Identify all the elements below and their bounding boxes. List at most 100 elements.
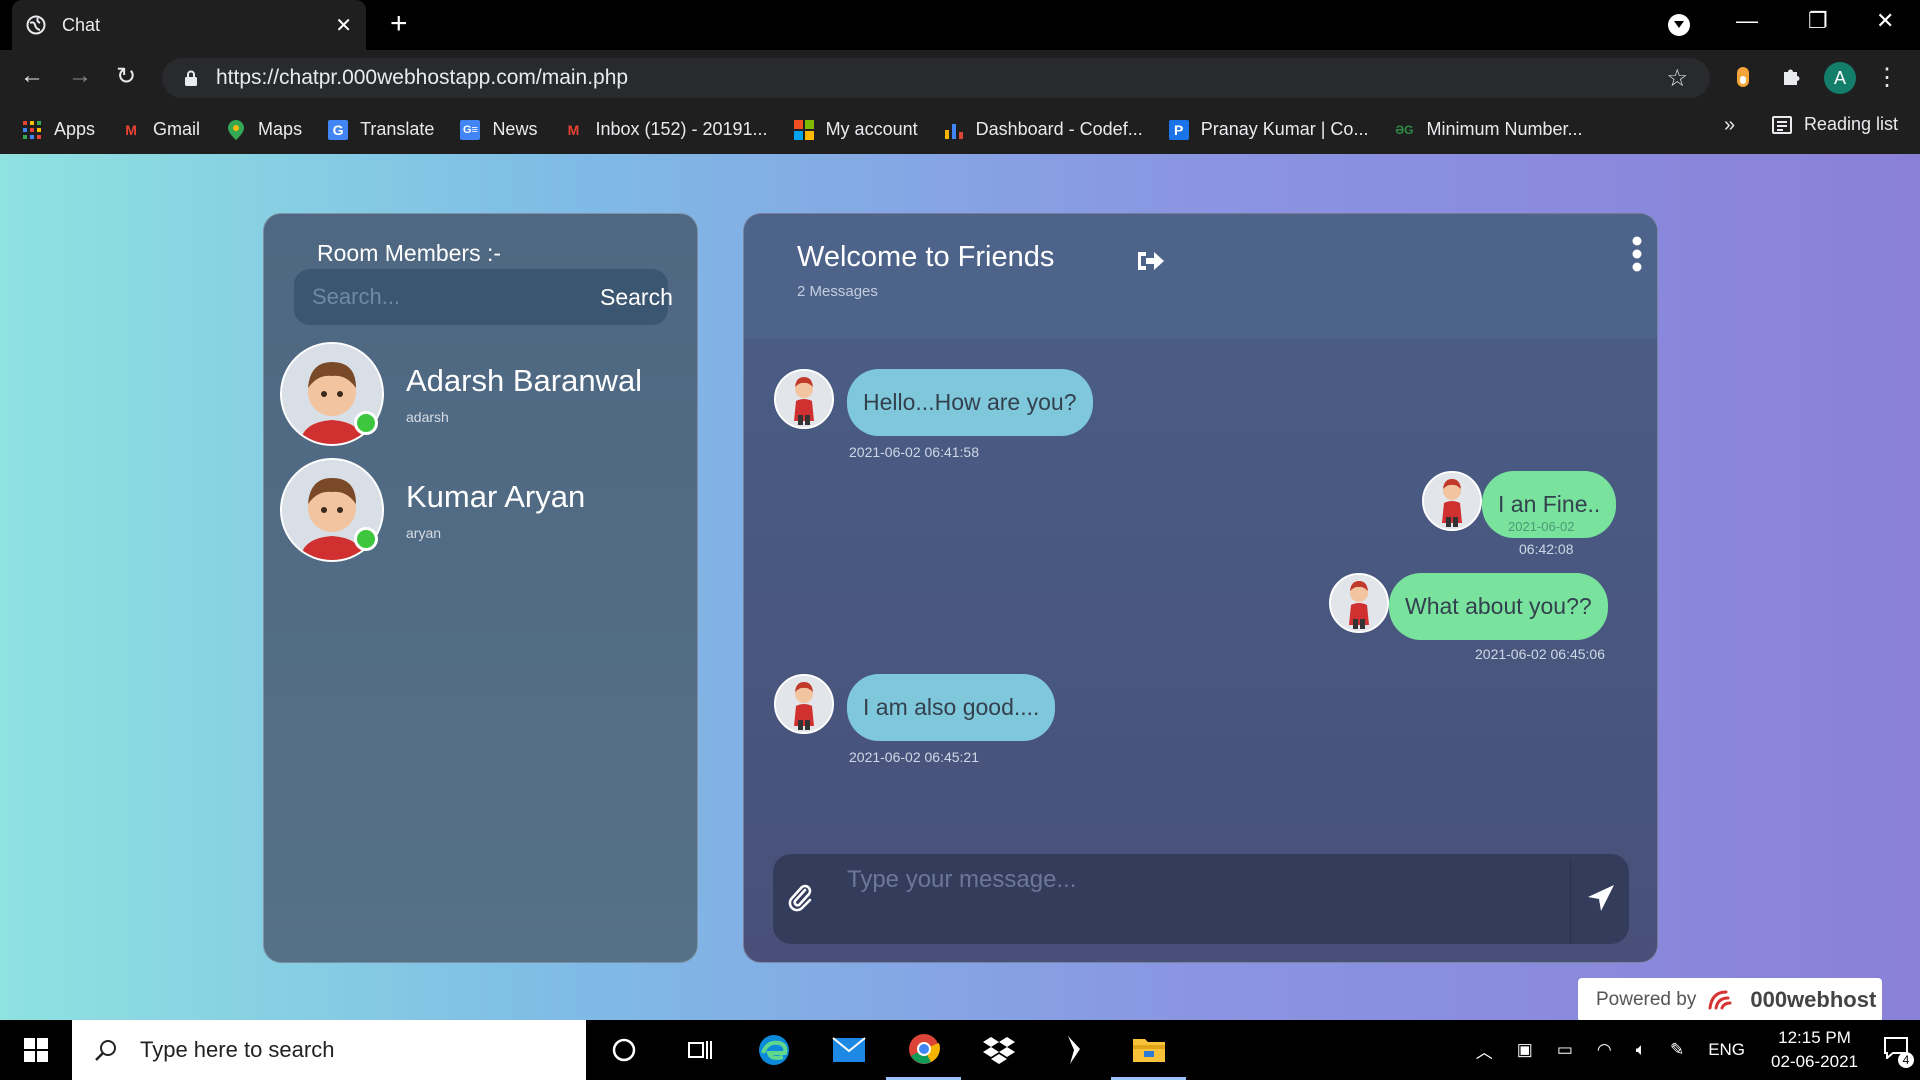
bookmark-translate[interactable]: G Translate — [328, 119, 434, 140]
bookmark-label: Gmail — [153, 119, 201, 139]
bookmark-pranay[interactable]: P Pranay Kumar | Co... — [1168, 119, 1368, 140]
clock[interactable]: 12:15 PM 02-06-2021 — [1771, 1026, 1858, 1074]
message-input[interactable] — [847, 860, 1571, 944]
more-options-icon[interactable] — [1631, 236, 1643, 272]
close-icon[interactable]: ✕ — [335, 13, 352, 38]
member-search-input[interactable] — [312, 284, 600, 310]
task-view-icon[interactable] — [661, 1020, 736, 1080]
online-status-dot — [354, 527, 378, 551]
member-item[interactable]: Adarsh Baranwal adarsh — [280, 339, 680, 449]
reload-icon[interactable]: ↻ — [116, 62, 136, 91]
reading-list-icon — [1771, 115, 1792, 134]
reading-list-button[interactable]: Reading list — [1771, 114, 1898, 135]
restore-icon[interactable]: ❐ — [1808, 8, 1828, 34]
windows-start-icon[interactable] — [0, 1020, 72, 1080]
meet-now-icon[interactable]: ▣ — [1517, 1040, 1533, 1060]
bookmark-minimum-number[interactable]: ƏG Minimum Number... — [1394, 119, 1582, 140]
forward-icon[interactable]: → — [68, 62, 92, 90]
browser-tab[interactable]: Chat ✕ — [12, 0, 366, 50]
notification-count: 4 — [1898, 1051, 1914, 1068]
bookmark-dashboard[interactable]: Dashboard - Codef... — [944, 119, 1143, 140]
gmail-icon: M — [125, 121, 137, 138]
member-username: aryan — [406, 525, 442, 541]
apps-grid-icon — [22, 120, 42, 140]
bookmark-label: News — [492, 119, 538, 139]
lock-icon — [185, 70, 197, 86]
chat-message: What about you?? — [1329, 573, 1608, 640]
taskbar-search-box[interactable]: Type here to search — [72, 1020, 586, 1080]
microsoft-icon — [793, 119, 814, 140]
bookmark-news[interactable]: G≡ News — [460, 119, 537, 140]
bookmark-label: Apps — [54, 119, 96, 139]
minimize-icon[interactable]: — — [1736, 8, 1758, 34]
clock-date: 02-06-2021 — [1771, 1052, 1858, 1071]
tab-title: Chat — [62, 14, 101, 35]
back-icon[interactable]: ← — [20, 62, 44, 90]
message-timestamp: 2021-06-02 06:45:21 — [849, 749, 979, 765]
bookmark-my-account[interactable]: My account — [793, 119, 918, 140]
message-timestamp: 2021-06-02 06:41:58 — [849, 444, 979, 460]
message-timestamp-date: 2021-06-02 — [1508, 519, 1575, 534]
globe-icon — [26, 15, 46, 35]
bar-chart-icon — [944, 120, 964, 140]
bookmarks-overflow-icon[interactable]: » — [1724, 114, 1735, 137]
clock-time: 12:15 PM — [1778, 1028, 1851, 1047]
room-members-panel: Room Members :- Search Adarsh Baranwal a… — [263, 213, 698, 963]
bookmark-apps[interactable]: Apps — [22, 119, 95, 140]
app-swift-icon[interactable] — [1036, 1020, 1111, 1080]
member-search-button[interactable]: Search — [600, 284, 673, 311]
tab-search-icon[interactable] — [1668, 14, 1690, 36]
new-tab-icon[interactable]: + — [390, 8, 408, 40]
bookmark-gmail[interactable]: M Gmail — [121, 119, 200, 140]
wifi-icon[interactable]: ◠ — [1597, 1040, 1612, 1060]
bookmark-label: Maps — [258, 119, 303, 139]
member-name: Adarsh Baranwal — [406, 363, 643, 398]
powered-by-badge[interactable]: Powered by 000webhost — [1578, 978, 1882, 1022]
extension-orange-icon[interactable] — [1728, 62, 1758, 92]
cortana-icon[interactable] — [586, 1020, 661, 1080]
paperclip-icon[interactable] — [787, 882, 813, 912]
bookmark-inbox[interactable]: M Inbox (152) - 20191... — [563, 119, 768, 140]
tab-bar: Chat ✕ + — ❐ ✕ — [0, 0, 1920, 50]
bookmark-label: My account — [825, 119, 918, 139]
room-members-heading: Room Members :- — [317, 240, 502, 266]
chrome-icon[interactable] — [886, 1020, 961, 1080]
bookmark-label: Inbox (152) - 20191... — [595, 119, 768, 139]
message-timestamp: 2021-06-02 06:45:06 — [1475, 646, 1605, 662]
member-name: Kumar Aryan — [406, 479, 586, 514]
language-indicator[interactable]: ENG — [1708, 1040, 1745, 1060]
system-tray: ︿ ▣ ▭ ◠ 🔈︎ ✎ ENG 12:15 PM 02-06-2021 4 — [1464, 1020, 1920, 1080]
battery-icon[interactable]: ▭ — [1557, 1040, 1573, 1060]
member-item[interactable]: Kumar Aryan aryan — [280, 455, 680, 565]
webhost-logo-icon — [1708, 990, 1732, 1010]
edge-icon[interactable] — [736, 1020, 811, 1080]
notification-icon[interactable]: 4 — [1884, 1036, 1914, 1068]
volume-icon[interactable]: 🔈︎ — [1636, 1040, 1646, 1060]
bookmark-label: Minimum Number... — [1426, 119, 1583, 139]
avatar — [1422, 471, 1482, 531]
dropbox-icon[interactable] — [961, 1020, 1036, 1080]
logout-icon[interactable] — [1134, 246, 1166, 276]
profile-avatar[interactable]: A — [1824, 62, 1856, 94]
message-bubble: Hello...How are you? — [847, 369, 1093, 436]
window-close-icon[interactable]: ✕ — [1876, 8, 1894, 34]
message-composer — [773, 854, 1629, 944]
tray-chevron-icon[interactable]: ︿ — [1476, 1038, 1493, 1063]
search-icon — [95, 1040, 116, 1061]
pen-icon[interactable]: ✎ — [1670, 1040, 1684, 1060]
mail-icon[interactable] — [811, 1020, 886, 1080]
bookmark-maps[interactable]: Maps — [226, 119, 302, 140]
online-status-dot — [354, 411, 378, 435]
message-bubble: What about you?? — [1389, 573, 1608, 640]
address-bar[interactable]: https://chatpr.000webhostapp.com/main.ph… — [162, 58, 1710, 98]
message-timestamp-time: 06:42:08 — [1519, 541, 1574, 557]
extensions-puzzle-icon[interactable] — [1776, 62, 1806, 92]
file-explorer-icon[interactable] — [1111, 1020, 1186, 1080]
send-icon[interactable] — [1587, 884, 1615, 912]
member-username: adarsh — [406, 409, 449, 425]
avatar — [774, 369, 834, 429]
browser-menu-icon[interactable]: ⋮ — [1872, 62, 1902, 92]
star-icon[interactable]: ☆ — [1666, 64, 1688, 93]
message-bubble: I am also good.... — [847, 674, 1056, 741]
taskbar-search-placeholder: Type here to search — [140, 1037, 335, 1062]
